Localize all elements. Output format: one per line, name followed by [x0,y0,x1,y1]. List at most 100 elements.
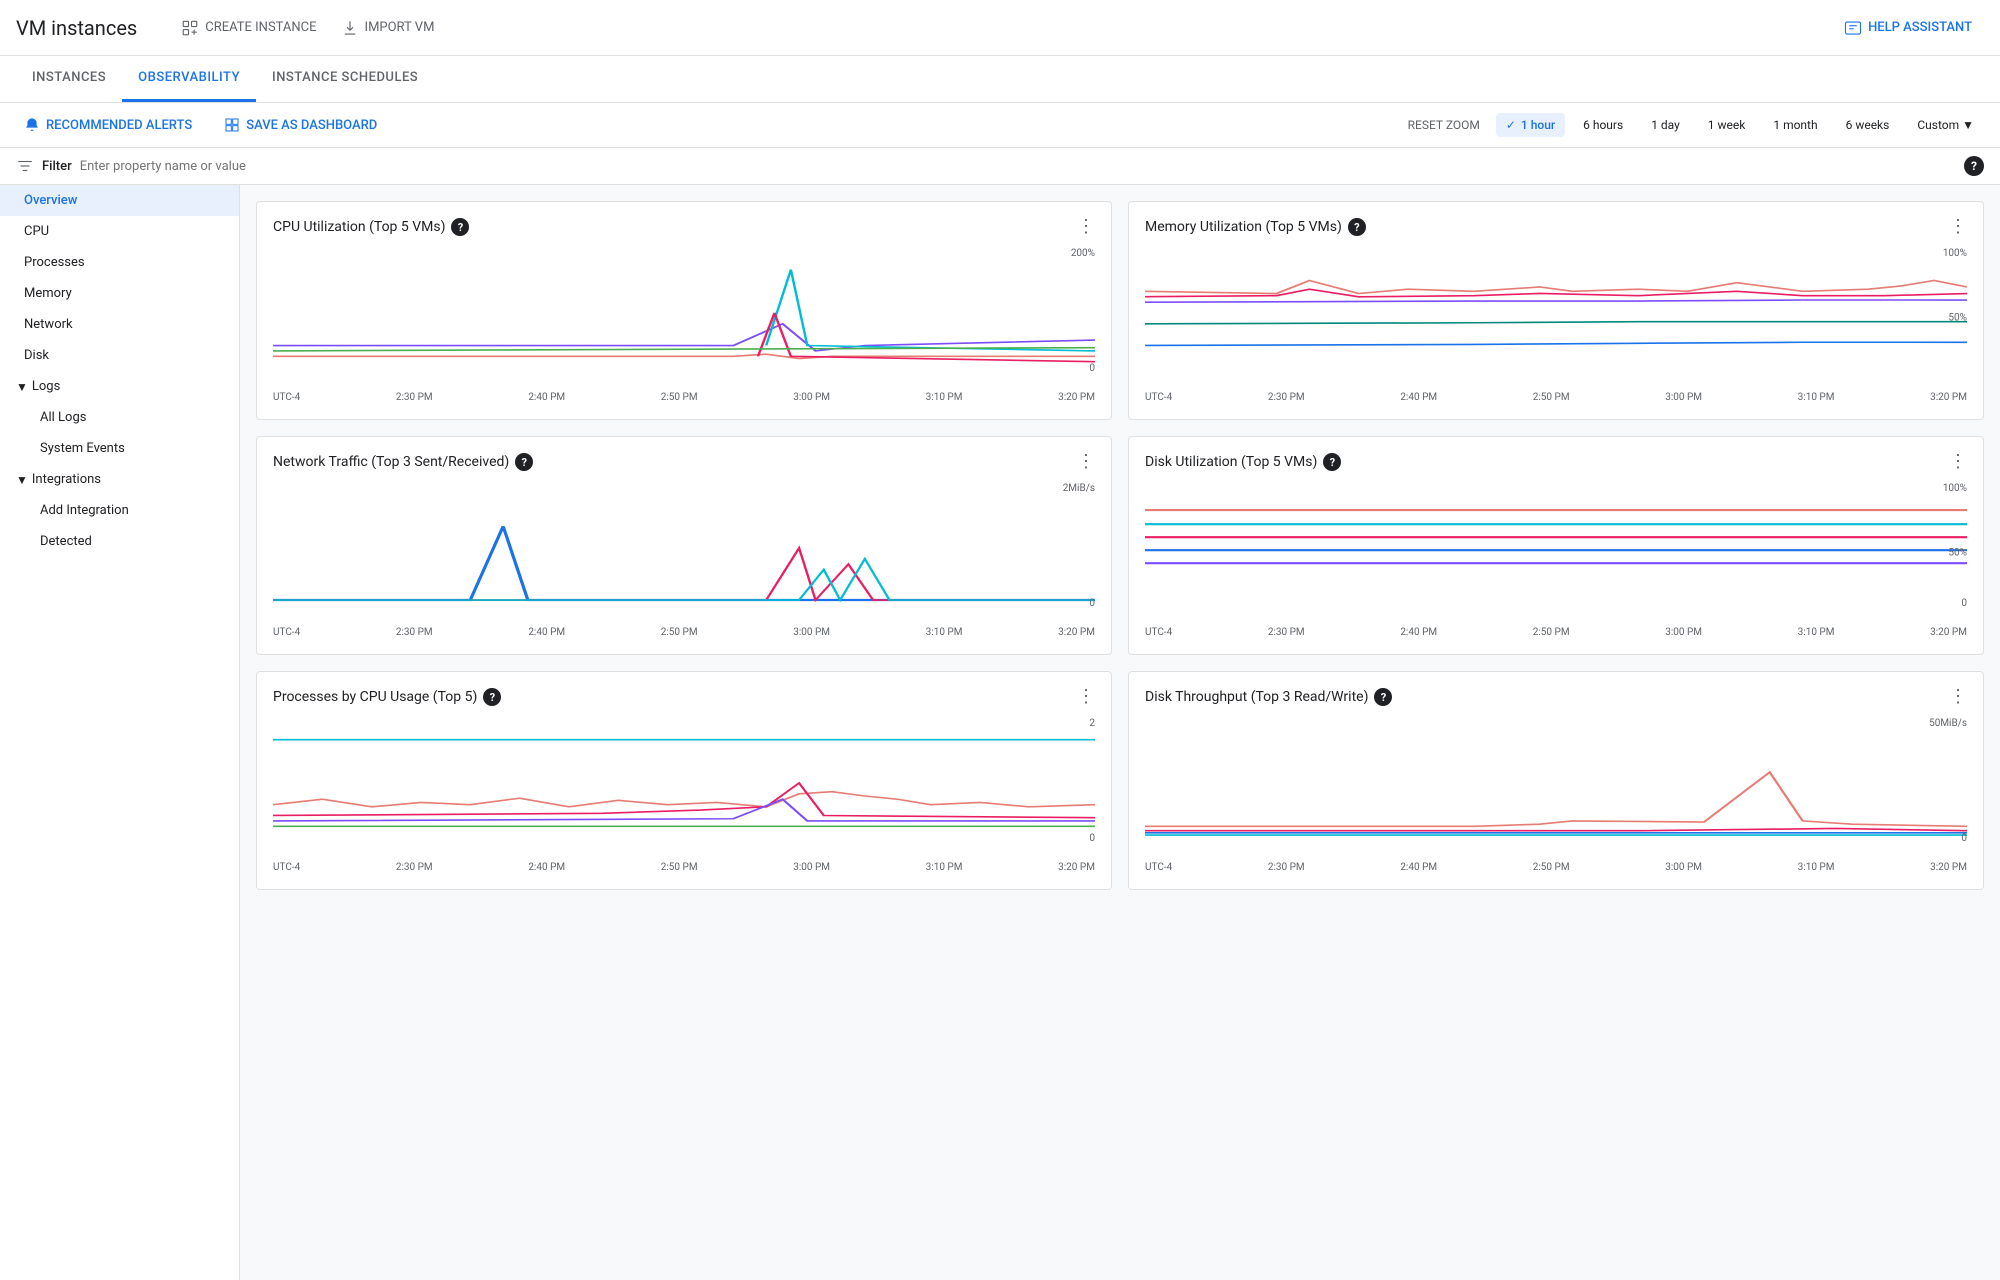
chart-disk-throughput: Disk Throughput (Top 3 Read/Write) ? ⋮ 5… [1128,671,1984,890]
save-icon [224,117,240,133]
filter-icon [16,157,34,175]
tab-instances[interactable]: INSTANCES [16,56,122,102]
chart-disk-help[interactable]: ? [1323,453,1341,471]
chart-throughput-header: Disk Throughput (Top 3 Read/Write) ? ⋮ [1145,688,1967,706]
chart-cpu-body: 200% 0 [273,248,1095,388]
chart-throughput-help[interactable]: ? [1374,688,1392,706]
time-1hour[interactable]: ✓ 1 hour [1496,113,1565,137]
charts-grid: CPU Utilization (Top 5 VMs) ? ⋮ 200% 0 [256,201,1984,890]
chart-memory-ymax: 100% [1943,248,1967,259]
chart-processes-title: Processes by CPU Usage (Top 5) [273,689,477,705]
filter-input[interactable] [80,159,1956,174]
header: VM instances CREATE INSTANCE IMPORT VM H… [0,0,2000,56]
sidebar-item-all-logs[interactable]: All Logs [0,402,239,433]
create-instance-button[interactable]: CREATE INSTANCE [169,13,328,43]
recommended-alerts-button[interactable]: RECOMMENDED ALERTS [16,111,200,139]
save-dashboard-button[interactable]: SAVE AS DASHBOARD [216,111,385,139]
chart-disk-menu[interactable]: ⋮ [1949,453,1967,471]
page-title: VM instances [16,16,137,40]
chart-memory-title: Memory Utilization (Top 5 VMs) [1145,219,1342,235]
sidebar-item-memory[interactable]: Memory [0,278,239,309]
bell-icon [24,117,40,133]
time-1day[interactable]: 1 day [1641,113,1690,137]
chart-throughput-menu[interactable]: ⋮ [1949,688,1967,706]
chart-processes-menu[interactable]: ⋮ [1077,688,1095,706]
chart-processes-xaxis: UTC-4 2:30 PM 2:40 PM 2:50 PM 3:00 PM 3:… [273,862,1095,873]
sidebar-group-logs-label: Logs [32,379,60,394]
main-layout: Overview CPU Processes Memory Network Di… [0,185,2000,1280]
import-vm-button[interactable]: IMPORT VM [329,13,447,43]
time-1month[interactable]: 1 month [1763,113,1827,137]
recommended-alerts-label: RECOMMENDED ALERTS [46,118,192,133]
chart-memory-body: 100% 50% [1145,248,1967,388]
chart-throughput-body: 50MiB/s 0 [1145,718,1967,858]
chart-cpu-svg [273,248,1095,378]
chart-disk-ymid: 50% [1948,548,1967,559]
help-assistant-label: HELP ASSISTANT [1868,20,1972,35]
filter-bar: Filter ? [0,148,2000,185]
chart-memory-ymid: 50% [1948,313,1967,324]
chart-processes-ymax: 2 [1089,718,1095,729]
chart-cpu-title: CPU Utilization (Top 5 VMs) [273,219,445,235]
chart-network-body: 2MiB/s 0 [273,483,1095,623]
save-dashboard-label: SAVE AS DASHBOARD [246,118,377,133]
chart-cpu-ymin: 0 [1089,363,1095,374]
chart-network-ymin: 0 [1089,598,1095,609]
help-assistant-button[interactable]: HELP ASSISTANT [1832,13,1984,43]
chart-memory-menu[interactable]: ⋮ [1949,218,1967,236]
chart-disk-svg [1145,483,1967,613]
chart-network-xaxis: UTC-4 2:30 PM 2:40 PM 2:50 PM 3:00 PM 3:… [273,627,1095,638]
chart-cpu-menu[interactable]: ⋮ [1077,218,1095,236]
chart-processes-cpu: Processes by CPU Usage (Top 5) ? ⋮ 2 0 [256,671,1112,890]
tab-observability[interactable]: OBSERVABILITY [122,56,256,102]
chart-memory-util: Memory Utilization (Top 5 VMs) ? ⋮ 100% … [1128,201,1984,420]
chart-network-header: Network Traffic (Top 3 Sent/Received) ? … [273,453,1095,471]
filter-help-icon[interactable]: ? [1964,156,1984,176]
chart-disk-header: Disk Utilization (Top 5 VMs) ? ⋮ [1145,453,1967,471]
chart-processes-svg [273,718,1095,848]
content-area: CPU Utilization (Top 5 VMs) ? ⋮ 200% 0 [240,185,2000,1280]
chart-memory-header: Memory Utilization (Top 5 VMs) ? ⋮ [1145,218,1967,236]
chart-cpu-header: CPU Utilization (Top 5 VMs) ? ⋮ [273,218,1095,236]
sidebar-item-detected[interactable]: Detected [0,526,239,557]
sidebar-item-network[interactable]: Network [0,309,239,340]
chart-memory-svg [1145,248,1967,378]
chart-processes-body: 2 0 [273,718,1095,858]
chart-throughput-title: Disk Throughput (Top 3 Read/Write) [1145,689,1368,705]
sidebar-item-cpu[interactable]: CPU [0,216,239,247]
chart-processes-header: Processes by CPU Usage (Top 5) ? ⋮ [273,688,1095,706]
chart-cpu-help[interactable]: ? [451,218,469,236]
chart-processes-ymin: 0 [1089,833,1095,844]
chart-network-help[interactable]: ? [515,453,533,471]
tab-instance-schedules[interactable]: INSTANCE SCHEDULES [256,56,434,102]
help-assistant-icon [1844,19,1862,37]
sidebar-item-disk[interactable]: Disk [0,340,239,371]
sidebar-group-logs[interactable]: ▼ Logs [0,371,239,402]
create-instance-label: CREATE INSTANCE [205,20,316,35]
sidebar-item-system-events[interactable]: System Events [0,433,239,464]
chart-throughput-ymax: 50MiB/s [1929,718,1967,729]
time-6weeks[interactable]: 6 weeks [1836,113,1900,137]
sidebar: Overview CPU Processes Memory Network Di… [0,185,240,1280]
time-1week[interactable]: 1 week [1698,113,1756,137]
chart-memory-help[interactable]: ? [1348,218,1366,236]
sidebar-group-integrations[interactable]: ▼ Integrations [0,464,239,495]
chart-processes-help[interactable]: ? [483,688,501,706]
reset-zoom-button[interactable]: RESET ZOOM [1408,118,1480,132]
chart-cpu-util: CPU Utilization (Top 5 VMs) ? ⋮ 200% 0 [256,201,1112,420]
chart-network-title: Network Traffic (Top 3 Sent/Received) [273,454,509,470]
chart-disk-body: 100% 50% 0 [1145,483,1967,623]
chart-throughput-ymin: 0 [1961,833,1967,844]
time-custom[interactable]: Custom ▼ [1907,113,1984,137]
sidebar-item-overview[interactable]: Overview [0,185,239,216]
sidebar-group-integrations-label: Integrations [32,472,101,487]
import-vm-icon [341,19,359,37]
chart-disk-xaxis: UTC-4 2:30 PM 2:40 PM 2:50 PM 3:00 PM 3:… [1145,627,1967,638]
chart-network-menu[interactable]: ⋮ [1077,453,1095,471]
sidebar-item-processes[interactable]: Processes [0,247,239,278]
chart-network-traffic: Network Traffic (Top 3 Sent/Received) ? … [256,436,1112,655]
sidebar-item-add-integration[interactable]: Add Integration [0,495,239,526]
chart-memory-xaxis: UTC-4 2:30 PM 2:40 PM 2:50 PM 3:00 PM 3:… [1145,392,1967,403]
time-6hours[interactable]: 6 hours [1573,113,1633,137]
time-controls: RESET ZOOM ✓ 1 hour 6 hours 1 day 1 week… [1408,113,1984,137]
